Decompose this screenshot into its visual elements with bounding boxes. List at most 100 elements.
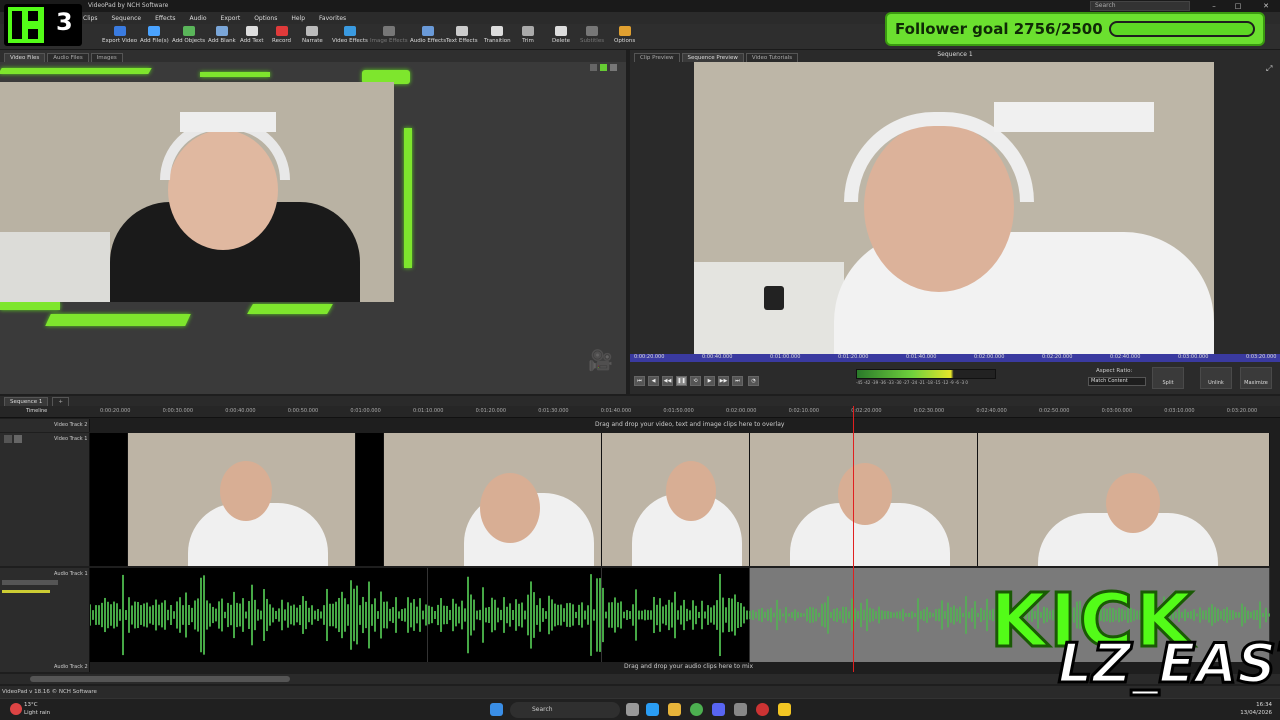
audio-level-meter xyxy=(856,369,996,379)
bin-view-icons[interactable] xyxy=(590,64,620,72)
tab-video-files[interactable]: Video Files xyxy=(4,53,46,62)
minimize-icon[interactable]: – xyxy=(1206,0,1222,12)
taskbar-search[interactable]: Search xyxy=(510,702,620,718)
tab-clip-preview[interactable]: Clip Preview xyxy=(634,53,680,62)
play-icon[interactable]: ▶ xyxy=(704,376,715,386)
tab-images[interactable]: Images xyxy=(90,53,123,62)
list-view-icon[interactable] xyxy=(590,64,597,71)
volume-slider[interactable] xyxy=(2,580,58,585)
toolbar-button[interactable]: Add File(s) xyxy=(140,26,169,48)
loop-icon[interactable]: ⟲ xyxy=(690,376,701,386)
weather-temp: 13°C xyxy=(24,702,38,708)
timeline-ruler[interactable]: Timeline 0:00:20.000 0:00:30.000 0:00:40.0… xyxy=(0,406,1280,418)
maximize-button[interactable]: Maximize xyxy=(1240,367,1272,389)
toolbar-button[interactable]: Record xyxy=(272,26,291,48)
toolbar-label: Transition xyxy=(484,38,511,44)
video-clip[interactable] xyxy=(90,433,128,566)
webcam-feed xyxy=(0,82,394,302)
tab-sequence-1[interactable]: Sequence 1 xyxy=(4,396,49,406)
toolbar-button[interactable]: Narrate xyxy=(302,26,323,48)
aspect-ratio-select[interactable]: Match Content xyxy=(1088,377,1146,386)
toolbar-label: Image Effects xyxy=(370,38,408,44)
toolbar-button[interactable]: Add Text xyxy=(240,26,264,48)
weather-widget[interactable]: 13°C Light rain xyxy=(24,701,50,717)
toolbar-button[interactable]: Add Blank xyxy=(208,26,236,48)
toolbar-icon xyxy=(382,26,395,36)
follower-goal: Follower goal 2756/2500 xyxy=(885,12,1265,46)
menu-item[interactable]: Effects xyxy=(155,15,175,22)
copilot-icon[interactable] xyxy=(646,703,659,716)
ruler-time-label: 0:03:10.000 xyxy=(1164,408,1195,414)
split-button[interactable]: Split xyxy=(1152,367,1184,389)
fast-forward-icon[interactable]: ▶▶ xyxy=(718,376,729,386)
close-icon[interactable]: ✕ xyxy=(1258,0,1274,12)
toolbar-button[interactable]: Options xyxy=(614,26,635,48)
toolbar-button[interactable]: Text Effects xyxy=(446,26,478,48)
maximize-icon[interactable]: □ xyxy=(1230,0,1246,12)
windows-start-icon[interactable] xyxy=(490,703,503,716)
add-sequence-button[interactable]: + xyxy=(52,396,69,406)
pause-icon[interactable]: ❚❚ xyxy=(676,376,687,386)
menu-item[interactable]: Options xyxy=(254,15,277,22)
help-search-input[interactable]: Search xyxy=(1090,1,1190,11)
frame-accent xyxy=(0,68,152,74)
tab-sequence-preview[interactable]: Sequence Preview xyxy=(681,53,744,62)
eye-icon[interactable] xyxy=(14,435,22,443)
toolbar-button[interactable]: Export Video xyxy=(102,26,137,48)
playhead[interactable] xyxy=(853,406,854,672)
menu-item[interactable]: Favorites xyxy=(319,15,346,22)
timeline-label: Timeline xyxy=(26,408,48,414)
volume-icon[interactable]: ◔ xyxy=(748,376,759,386)
menu-item[interactable]: Export xyxy=(221,15,241,22)
tab-video-tutorials[interactable]: Video Tutorials xyxy=(745,53,799,62)
scrollbar-thumb[interactable] xyxy=(30,676,290,682)
collapse-icon[interactable] xyxy=(4,435,12,443)
video-clip[interactable] xyxy=(356,433,384,566)
discord-icon[interactable] xyxy=(712,703,725,716)
file-explorer-icon[interactable] xyxy=(668,703,681,716)
toolbar-button[interactable]: Delete xyxy=(552,26,570,48)
video-track-1[interactable] xyxy=(90,433,1270,566)
video-clip[interactable] xyxy=(602,433,750,566)
video-clip[interactable] xyxy=(384,433,602,566)
toolbar-button[interactable]: Add Objects xyxy=(172,26,205,48)
rewind-icon[interactable]: ◀◀ xyxy=(662,376,673,386)
chrome-icon[interactable] xyxy=(690,703,703,716)
toolbar-icon xyxy=(586,26,599,36)
video-track-1-label: Video Track 1 xyxy=(54,436,88,442)
video-clip[interactable] xyxy=(978,433,1270,566)
video-track-2-header: Video Track 2 xyxy=(0,419,90,432)
tab-audio-files[interactable]: Audio Files xyxy=(47,53,89,62)
toolbar-button[interactable]: Audio Effects xyxy=(410,26,446,48)
ruler-time-label: 0:02:10.000 xyxy=(788,408,820,414)
menu-item[interactable]: Audio xyxy=(189,15,206,22)
bin-menu-icon[interactable] xyxy=(610,64,617,71)
obs-icon[interactable] xyxy=(756,703,769,716)
video-clip[interactable] xyxy=(128,433,356,566)
toolbar-button[interactable]: Image Effects xyxy=(370,26,408,48)
toolbar-button[interactable]: Subtitles xyxy=(580,26,604,48)
skip-start-icon[interactable]: ⏮ xyxy=(634,376,645,386)
preview-scrubber[interactable]: 0:00:20.000 0:00:40.000 0:01:00.000 0:01:20… xyxy=(630,354,1280,362)
frame-accent xyxy=(247,304,333,314)
calculator-icon[interactable] xyxy=(734,703,747,716)
weather-icon[interactable] xyxy=(10,703,22,715)
videopad-icon[interactable] xyxy=(778,703,791,716)
step-back-icon[interactable]: ◀ xyxy=(648,376,659,386)
video-clip[interactable] xyxy=(750,433,978,566)
task-view-icon[interactable] xyxy=(626,703,639,716)
unlink-button[interactable]: Unlink xyxy=(1200,367,1232,389)
skip-end-icon[interactable]: ⏭ xyxy=(732,376,743,386)
toolbar-button[interactable]: Trim xyxy=(522,26,534,48)
ruler-time-label: 0:01:50.000 xyxy=(663,408,694,414)
toolbar-button[interactable]: Video Effects xyxy=(332,26,368,48)
system-clock[interactable]: 16:34 13/04/2026 xyxy=(1236,701,1272,717)
menu-item[interactable]: Sequence xyxy=(111,15,141,22)
thumbnail-view-icon[interactable] xyxy=(600,64,607,71)
unlink-label: Unlink xyxy=(1208,380,1224,386)
scrub-time-label: 0:01:00.000 xyxy=(770,354,801,360)
toolbar-button[interactable]: Transition xyxy=(484,26,511,48)
menu-item[interactable]: Help xyxy=(291,15,305,22)
fullscreen-icon[interactable]: ⤢ xyxy=(1266,64,1276,74)
menu-item[interactable]: Clips xyxy=(83,15,97,22)
